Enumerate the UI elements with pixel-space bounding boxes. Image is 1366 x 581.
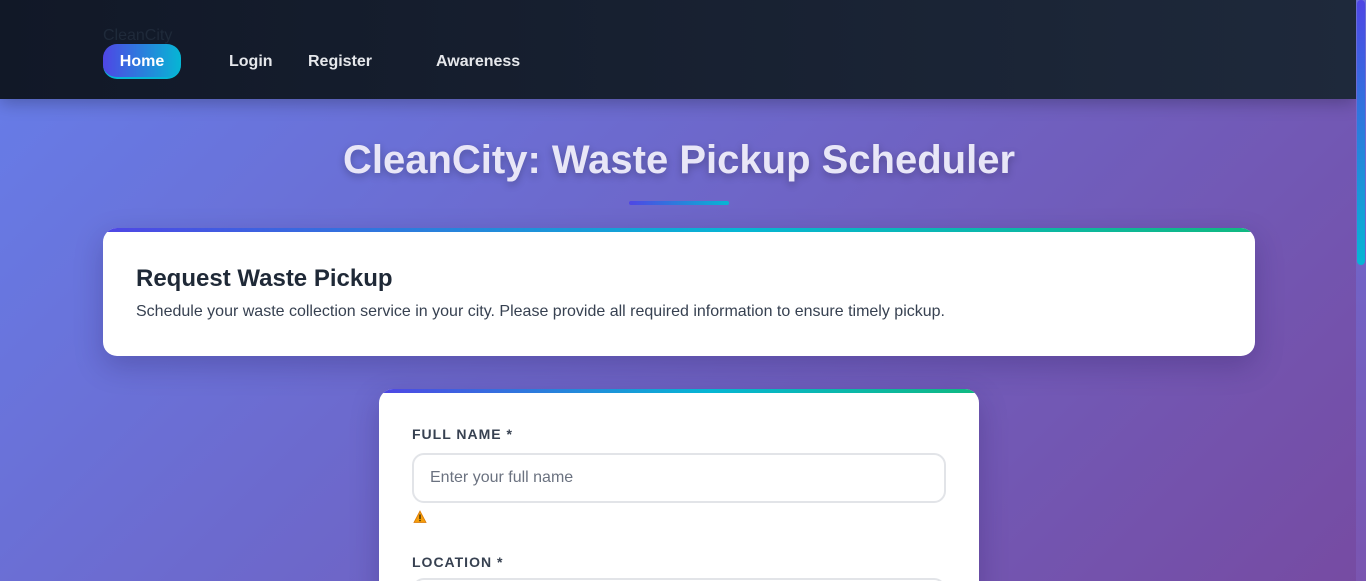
pickup-form-card: FULL NAME * LOCATION *	[379, 389, 979, 581]
intro-heading: Request Waste Pickup	[136, 265, 393, 292]
nav-awareness-link[interactable]: Awareness	[436, 44, 520, 79]
nav-home-link[interactable]: Home	[103, 44, 181, 79]
card-accent-bar	[103, 228, 1255, 232]
full-name-label: FULL NAME *	[412, 426, 513, 442]
intro-card: Request Waste Pickup Schedule your waste…	[103, 228, 1255, 356]
nav-login-link[interactable]: Login	[229, 44, 273, 79]
scrollbar-thumb[interactable]	[1357, 0, 1365, 265]
warning-icon	[413, 510, 427, 523]
intro-description: Schedule your waste collection service i…	[136, 303, 945, 320]
title-underline	[629, 201, 729, 205]
card-accent-bar	[379, 389, 979, 393]
page-title: CleanCity: Waste Pickup Scheduler	[342, 138, 1016, 182]
location-label: LOCATION *	[412, 554, 504, 570]
top-navbar: CleanCity Home Login Register Awareness	[0, 0, 1356, 99]
page-scrollbar[interactable]	[1356, 0, 1366, 581]
brand-logo-text[interactable]: CleanCity	[103, 27, 172, 45]
nav-register-link[interactable]: Register	[308, 44, 372, 79]
full-name-input[interactable]	[412, 453, 946, 503]
